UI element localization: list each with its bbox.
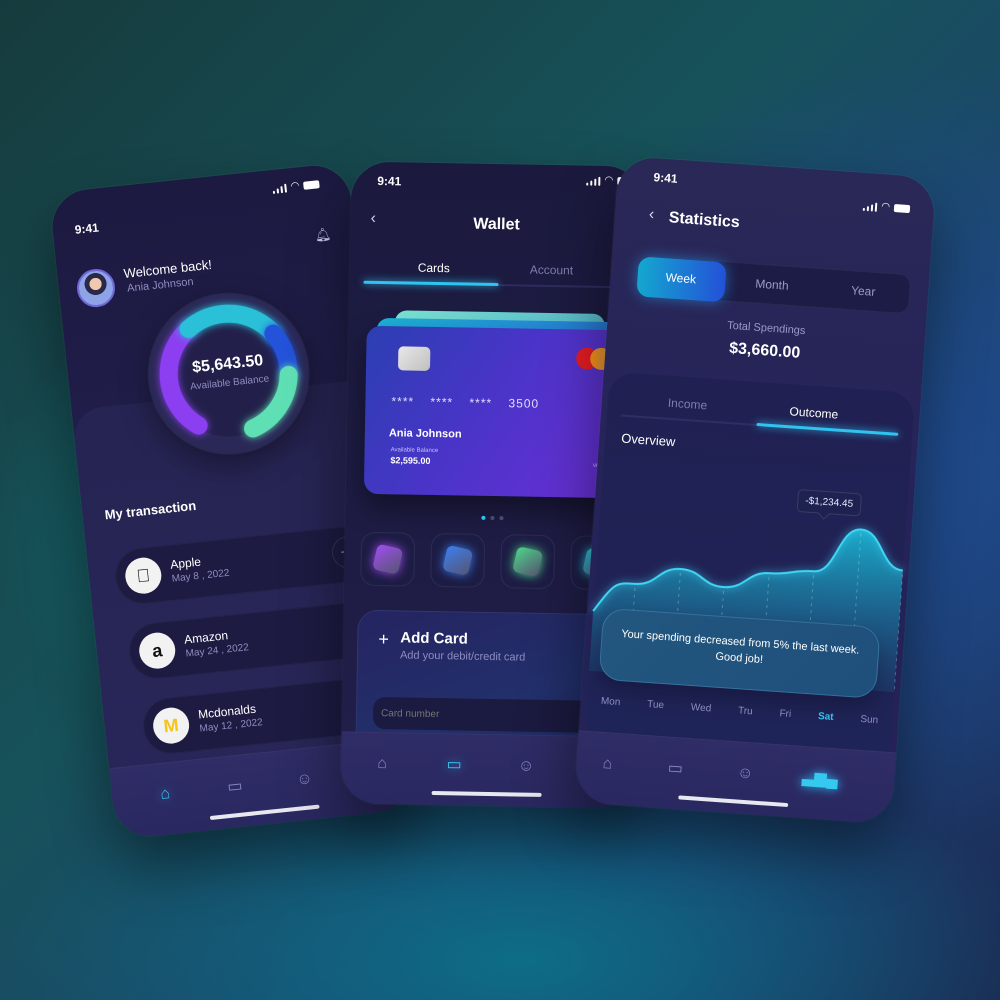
signal-icon [272, 183, 288, 194]
day-label[interactable]: Sat [818, 711, 834, 723]
plus-icon[interactable]: + [378, 629, 389, 650]
period-year[interactable]: Year [851, 283, 876, 299]
wallet-app-icon [442, 544, 474, 577]
mcdonalds-icon: M [151, 705, 191, 746]
nav-stats-icon[interactable]: ▃▆▄ [801, 767, 838, 790]
add-card-title[interactable]: Add Card [400, 629, 468, 647]
tab-account[interactable]: Account [530, 263, 574, 278]
nav-profile-icon[interactable]: ☺ [733, 762, 756, 785]
apple-icon:  [123, 555, 164, 596]
status-time: 9:41 [74, 220, 100, 237]
day-label[interactable]: Mon [601, 696, 621, 708]
avatar[interactable] [75, 267, 117, 309]
notification-bell-icon[interactable]: 🔔︎ [314, 226, 332, 243]
carousel-dots[interactable] [481, 515, 504, 521]
purple-arrow-app-icon [372, 543, 404, 575]
nav-card-icon[interactable]: ▭ [664, 757, 687, 780]
nav-card-icon[interactable]: ▭ [443, 754, 465, 776]
add-card-subtitle: Add your debit/credit card [399, 649, 526, 664]
nav-home-icon[interactable]: ⌂ [371, 753, 393, 775]
carousel-dot[interactable] [481, 515, 486, 520]
wifi-icon: ◠ [880, 201, 891, 213]
page-title: Wallet [473, 215, 520, 234]
battery-icon [303, 180, 320, 190]
card-balance: $2,595.00 [390, 455, 431, 466]
card-balance-label: Available Balance [390, 447, 439, 455]
tab-active-indicator [363, 280, 499, 287]
chip-icon [397, 346, 431, 371]
day-label[interactable]: Tru [738, 705, 753, 717]
signal-icon [586, 176, 601, 186]
statistics-screen: 9:41 ◠ ‹ Statistics Week Month Year Tota… [573, 155, 937, 825]
status-icons: ◠ [862, 201, 911, 214]
tab-outcome[interactable]: Outcome [789, 404, 839, 421]
day-label[interactable]: Wed [690, 702, 711, 714]
wifi-icon: ◠ [604, 174, 614, 187]
status-time: 9:41 [377, 173, 402, 189]
nav-home-icon[interactable]: ⌂ [596, 753, 619, 776]
balance-ring: $5,643.50 Available Balance [140, 285, 317, 462]
purple-arrow-app-tile[interactable] [360, 531, 416, 587]
overview-heading: Overview [620, 430, 676, 450]
day-label[interactable]: Fri [779, 708, 791, 720]
home-indicator [431, 790, 542, 797]
green-v-app-icon [512, 546, 544, 578]
card-holder: Ania Johnson [388, 427, 462, 441]
status-time: 9:41 [653, 170, 679, 186]
page-title: Statistics [668, 209, 741, 232]
status-icons: ◠ [272, 179, 320, 194]
period-selector: Week Month Year [635, 255, 912, 315]
back-icon[interactable]: ‹ [648, 206, 655, 224]
carousel-dot[interactable] [499, 516, 504, 521]
tab-cards[interactable]: Cards [418, 261, 450, 276]
overview-panel: Income Outcome Overview -$1,234.45 Your … [583, 371, 916, 765]
wifi-icon: ◠ [290, 180, 300, 193]
carousel-dot[interactable] [490, 515, 495, 521]
battery-icon [893, 204, 911, 214]
period-week[interactable]: Week [665, 270, 696, 286]
card-number: **** **** **** 3500 [391, 394, 540, 411]
chart-tooltip: -$1,234.45 [796, 489, 862, 517]
nav-profile-icon[interactable]: ☺ [515, 755, 537, 777]
nav-card-icon[interactable]: ▭ [223, 775, 247, 799]
io-tab-active-indicator [756, 422, 899, 436]
home-indicator [209, 804, 320, 821]
green-v-app-tile[interactable] [500, 534, 556, 590]
nav-profile-icon[interactable]: ☺ [292, 768, 316, 792]
home-indicator [678, 795, 789, 808]
tab-income[interactable]: Income [667, 396, 707, 413]
wallet-app-tile[interactable] [430, 532, 486, 588]
day-label[interactable]: Sun [860, 714, 879, 726]
day-label[interactable]: Tue [647, 699, 665, 711]
transaction-name: Apple [169, 554, 202, 572]
period-month[interactable]: Month [755, 277, 789, 293]
nav-home-icon[interactable]: ⌂ [153, 782, 177, 806]
signal-icon [862, 201, 878, 212]
amazon-icon: a [137, 630, 178, 671]
